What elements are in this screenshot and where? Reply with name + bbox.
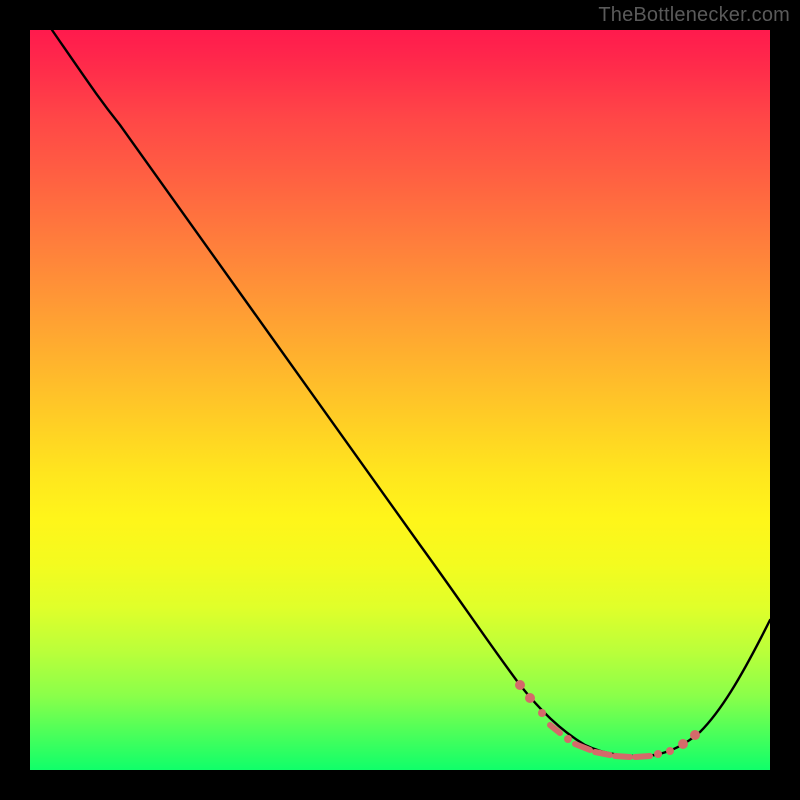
source-watermark: TheBottlenecker.com	[598, 4, 790, 27]
plot-area	[30, 30, 770, 770]
plot-overlay	[30, 30, 770, 770]
highlight-valley	[515, 680, 700, 758]
bottleneck-curve	[52, 30, 770, 756]
chart-container: TheBottlenecker.com	[0, 0, 800, 800]
